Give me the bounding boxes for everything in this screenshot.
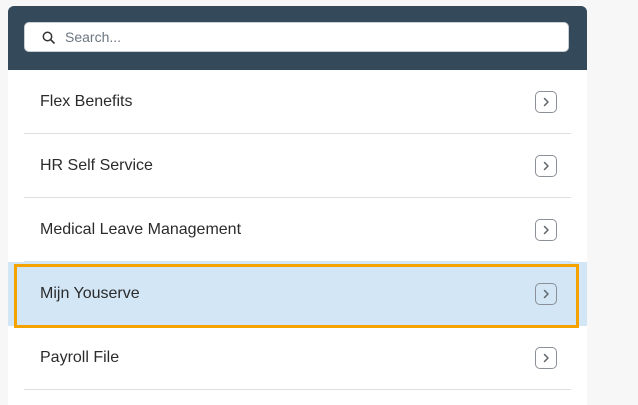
app-list-panel: Flex Benefits HR Self Service Medical Le…	[8, 6, 587, 405]
search-input[interactable]	[65, 29, 525, 45]
chevron-right-icon[interactable]	[535, 154, 557, 177]
list-item-medical-leave-management[interactable]: Medical Leave Management	[24, 198, 571, 262]
search-icon	[41, 30, 55, 44]
search-header	[8, 6, 587, 70]
list-item-label: Flex Benefits	[40, 92, 133, 110]
chevron-right-icon[interactable]	[535, 218, 557, 241]
list-item-mijn-youserve[interactable]: Mijn Youserve	[8, 261, 587, 326]
list-item-flex-benefits[interactable]: Flex Benefits	[24, 70, 571, 134]
chevron-right-icon[interactable]	[535, 346, 557, 369]
list-item-label: Payroll File	[40, 348, 120, 366]
list-item-label: HR Self Service	[40, 156, 153, 174]
chevron-right-icon[interactable]	[535, 90, 557, 113]
app-list: Flex Benefits HR Self Service Medical Le…	[8, 70, 587, 390]
list-item-label: Medical Leave Management	[40, 220, 242, 238]
chevron-right-icon[interactable]	[535, 283, 557, 305]
search-box[interactable]	[24, 22, 569, 52]
list-item-payroll-file[interactable]: Payroll File	[24, 326, 571, 390]
list-item-hr-self-service[interactable]: HR Self Service	[24, 134, 571, 198]
list-item-label: Mijn Youserve	[40, 285, 140, 302]
